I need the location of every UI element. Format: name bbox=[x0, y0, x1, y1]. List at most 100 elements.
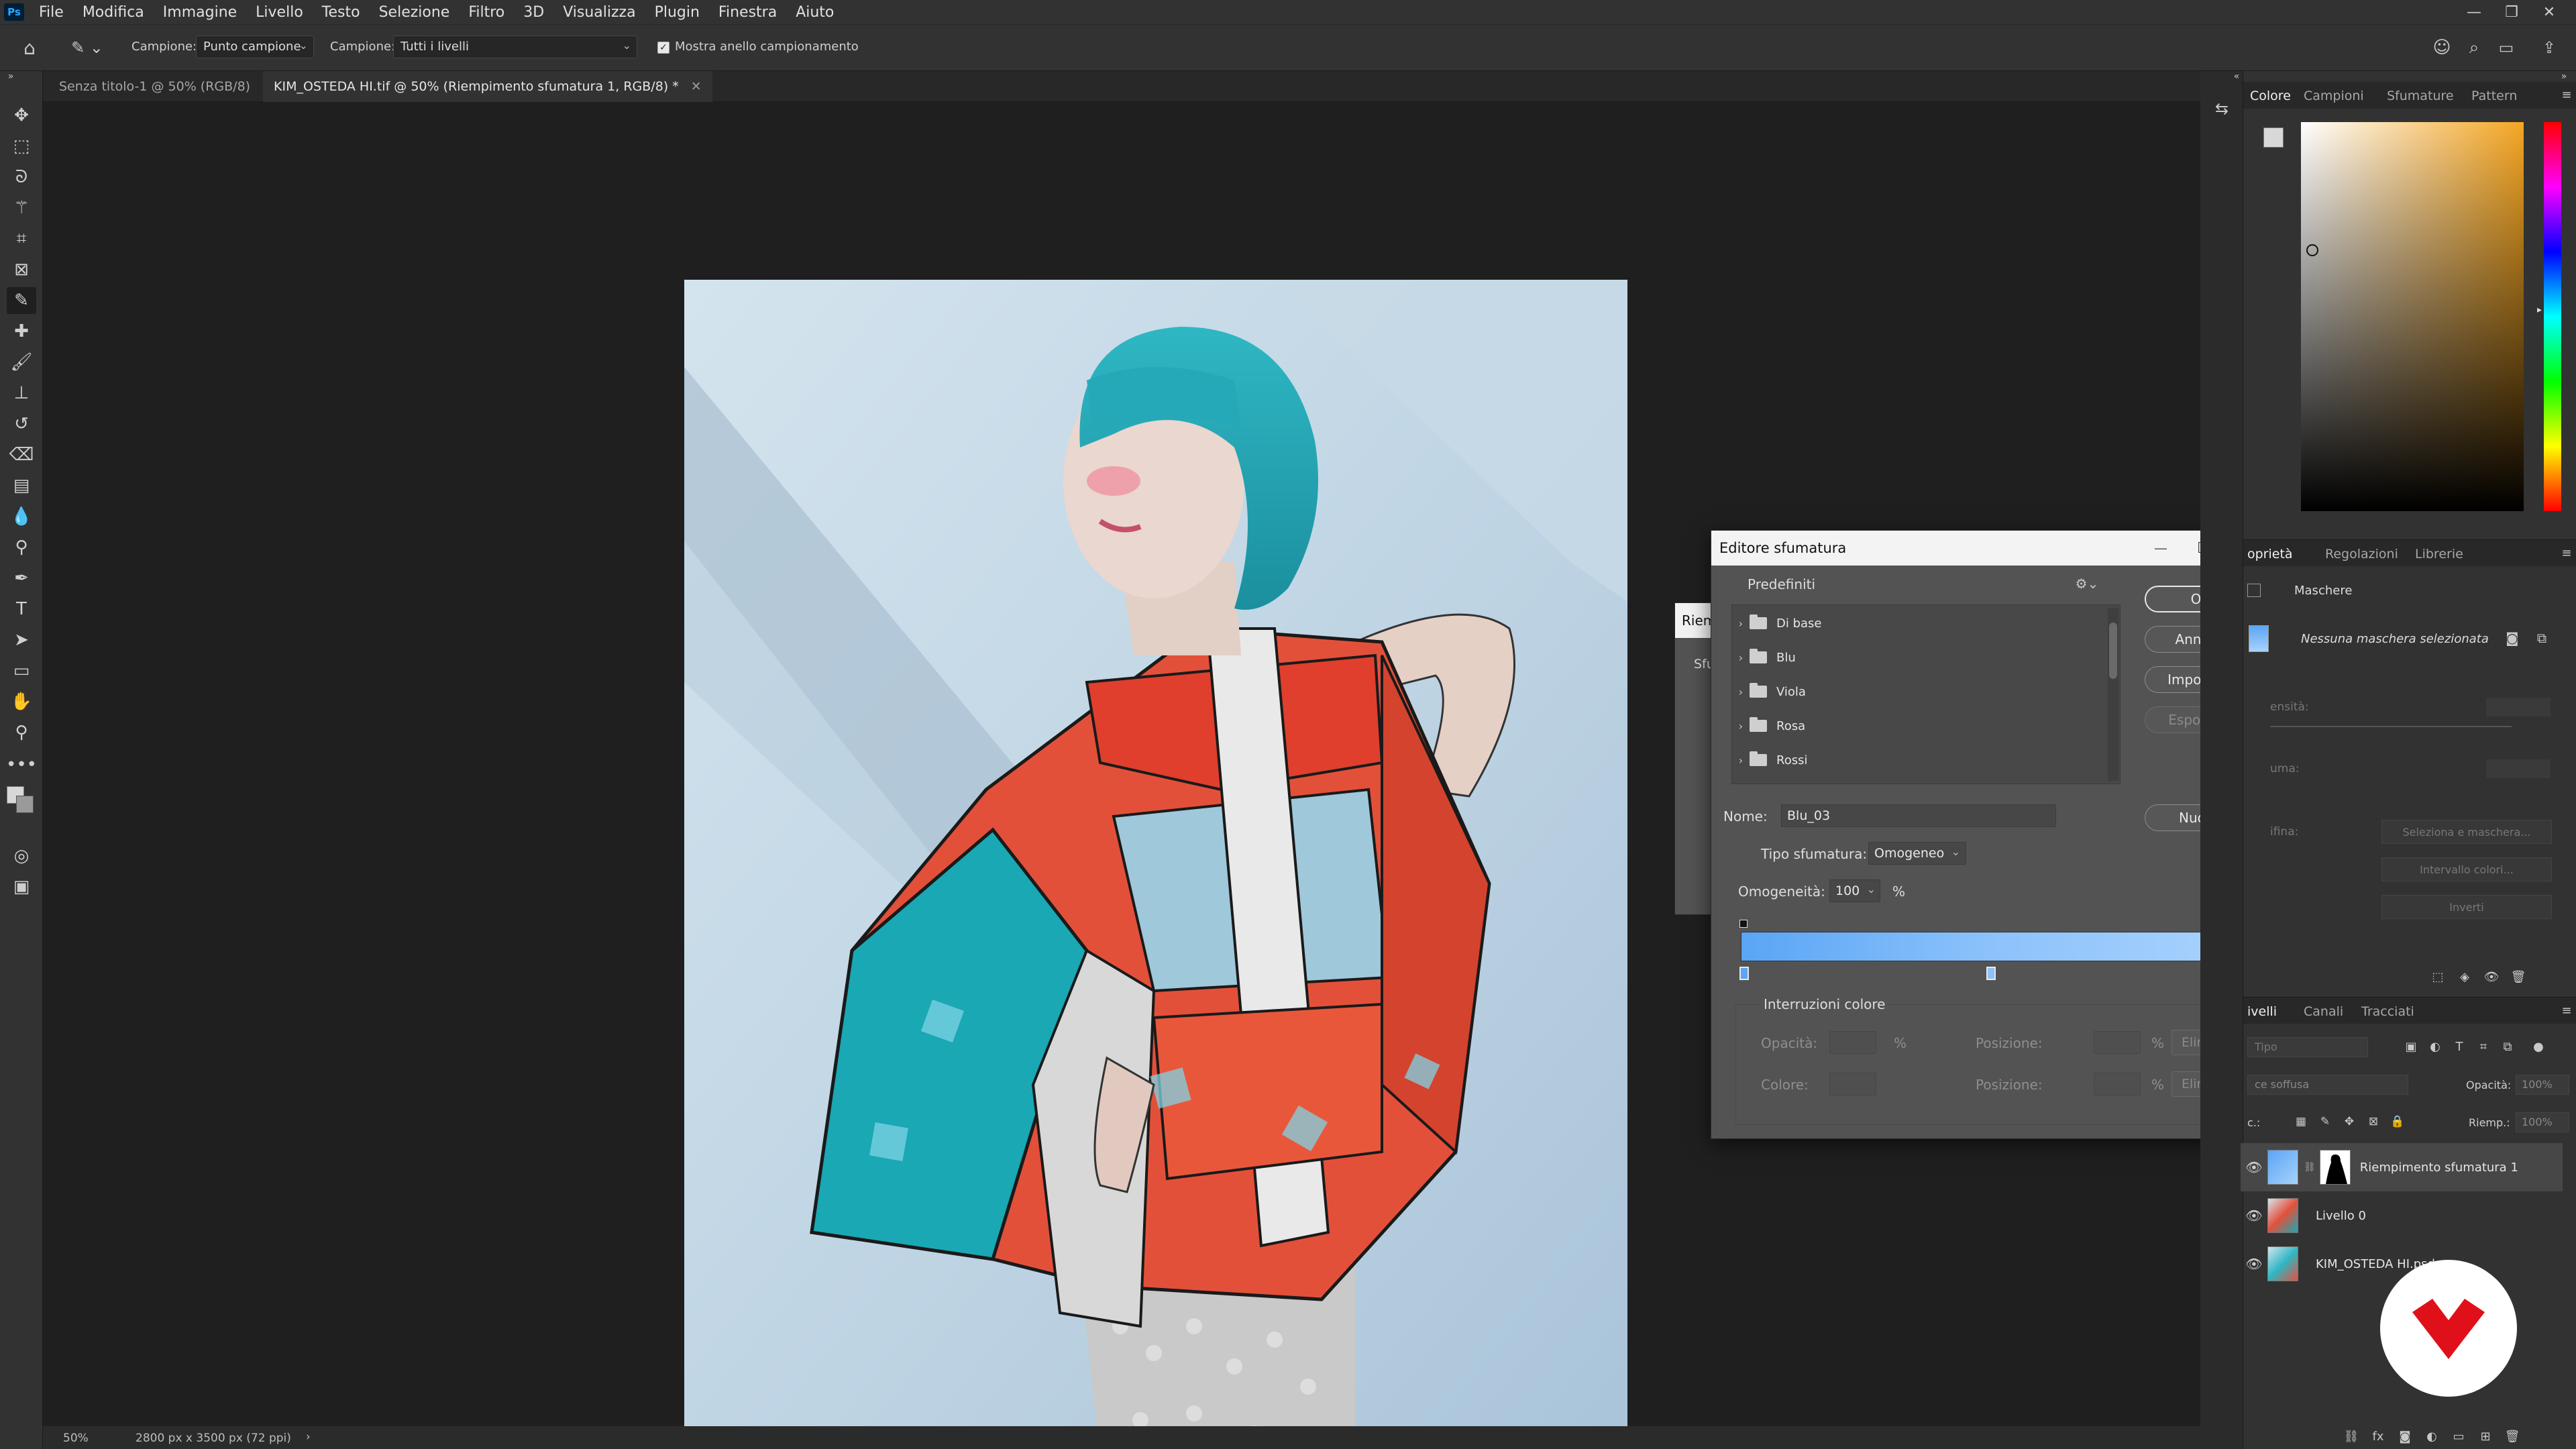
apply-mask-icon[interactable]: ◈ bbox=[2455, 967, 2474, 986]
lasso-tool-icon[interactable]: ᘐ bbox=[7, 164, 36, 191]
quick-mask-icon[interactable]: ◎ bbox=[7, 843, 36, 869]
select-and-mask-button[interactable]: Seleziona e maschera... bbox=[2381, 820, 2552, 844]
gradient-type-select[interactable]: Omogeneo ⌄ bbox=[1868, 842, 1966, 865]
lock-pixels-icon[interactable]: ✎ bbox=[2316, 1112, 2334, 1131]
healing-brush-icon[interactable]: ✚ bbox=[7, 318, 36, 345]
add-pixel-mask-icon[interactable]: ◙ bbox=[2502, 628, 2522, 648]
minimize-dialog-icon[interactable]: — bbox=[2146, 533, 2176, 563]
color-swatch-input[interactable] bbox=[1829, 1073, 1876, 1095]
sample-layers-select[interactable]: Tutti i livelli ⌄ bbox=[393, 36, 637, 58]
eye-icon[interactable]: 👁 bbox=[2241, 1208, 2267, 1224]
collapse-icon[interactable]: » bbox=[2556, 71, 2572, 82]
menu-3d[interactable]: 3D bbox=[514, 4, 553, 21]
preset-folder-viola[interactable]: › Viola bbox=[1732, 675, 2108, 708]
tab-untitled[interactable]: Senza titolo-1 @ 50% (RGB/8)✕ bbox=[48, 71, 284, 102]
color-stop-left[interactable] bbox=[1739, 967, 1749, 980]
tab-tracciati[interactable]: Tracciati bbox=[2361, 1004, 2414, 1019]
load-selection-icon[interactable]: ⬚ bbox=[2428, 967, 2447, 986]
close-window-icon[interactable]: ✕ bbox=[2530, 0, 2568, 24]
chevron-right-icon[interactable]: › bbox=[1732, 686, 1750, 698]
add-mask-icon[interactable]: ◙ bbox=[2395, 1426, 2415, 1446]
tab-canali[interactable]: Canali bbox=[2304, 1004, 2343, 1019]
sample-size-select[interactable]: Punto campione ⌄ bbox=[196, 36, 314, 58]
layer-fill-input[interactable]: 100% bbox=[2516, 1112, 2569, 1132]
menu-file[interactable]: File bbox=[30, 4, 73, 21]
group-folder-icon[interactable]: ▭ bbox=[2449, 1426, 2469, 1446]
preset-folder-rossi[interactable]: › Rossi bbox=[1732, 743, 2108, 777]
dodge-tool-icon[interactable]: ⚲ bbox=[7, 534, 36, 561]
move-tool-icon[interactable]: ✥ bbox=[7, 102, 36, 129]
panel-menu-icon[interactable]: ≡ bbox=[2559, 1000, 2575, 1020]
tab-librerie[interactable]: Librerie bbox=[2415, 547, 2463, 561]
gradient-preview-bar[interactable] bbox=[1741, 932, 2240, 961]
menu-immagine[interactable]: Immagine bbox=[154, 4, 246, 21]
new-layer-icon[interactable]: ⊞ bbox=[2475, 1426, 2496, 1446]
link-layers-icon[interactable]: ⛓ bbox=[2341, 1426, 2361, 1446]
layer-filter-select[interactable]: Tipo bbox=[2247, 1037, 2368, 1057]
preset-folder-base[interactable]: › Di base bbox=[1732, 606, 2108, 640]
filter-toggle-icon[interactable]: ● bbox=[2529, 1037, 2548, 1056]
status-menu-arrow[interactable]: › bbox=[306, 1430, 311, 1444]
collapse-icon[interactable]: » bbox=[3, 71, 19, 82]
opacity-input[interactable] bbox=[1829, 1031, 1876, 1054]
menu-finestra[interactable]: Finestra bbox=[709, 4, 786, 21]
tab-kim-osteda[interactable]: KIM_OSTEDA HI.tif @ 50% (Riempimento sfu… bbox=[263, 71, 712, 102]
menu-modifica[interactable]: Modifica bbox=[73, 4, 154, 21]
search-icon[interactable]: ⌕ bbox=[2461, 34, 2487, 61]
name-input[interactable]: Blu_03 bbox=[1781, 804, 2056, 827]
collapse-icon[interactable]: « bbox=[2229, 71, 2245, 82]
tab-regolazioni[interactable]: Regolazioni bbox=[2325, 547, 2398, 561]
color-range-button[interactable]: Intervallo colori... bbox=[2381, 857, 2552, 881]
color-stop-midpoint[interactable] bbox=[1986, 967, 1996, 980]
screen-mode-icon[interactable]: ▣ bbox=[7, 873, 36, 900]
panel-menu-icon[interactable]: ≡ bbox=[2559, 85, 2575, 105]
eraser-tool-icon[interactable]: ⌫ bbox=[7, 441, 36, 468]
trash-icon[interactable]: 🗑 bbox=[2509, 967, 2528, 986]
eyedropper-preset-icon[interactable]: ✎ ⌄ bbox=[67, 34, 107, 61]
add-vector-mask-icon[interactable]: ⧉ bbox=[2532, 628, 2552, 648]
more-tools-icon[interactable]: ••• bbox=[6, 751, 37, 778]
lock-all-icon[interactable]: 🔒 bbox=[2388, 1112, 2407, 1131]
crop-tool-icon[interactable]: ⌗ bbox=[7, 225, 36, 252]
share-people-icon[interactable]: ☺ bbox=[2428, 34, 2455, 61]
color-picker-ring[interactable] bbox=[2306, 244, 2318, 256]
menu-plugin[interactable]: Plugin bbox=[645, 4, 709, 21]
link-icon[interactable]: ⛓ bbox=[2304, 1162, 2316, 1173]
presets-scrollbar[interactable] bbox=[2108, 608, 2118, 781]
filter-smart-icon[interactable]: ⧉ bbox=[2498, 1037, 2517, 1056]
tab-livelli[interactable]: ivelli bbox=[2247, 1004, 2277, 1019]
pen-tool-icon[interactable]: ✒ bbox=[7, 565, 36, 592]
tab-sfumature[interactable]: Sfumature bbox=[2387, 89, 2454, 103]
chevron-right-icon[interactable]: › bbox=[1732, 720, 1750, 733]
lock-artboard-icon[interactable]: ⊠ bbox=[2364, 1112, 2383, 1131]
presets-list[interactable]: › Di base › Blu › Viola › Rosa › Rossi bbox=[1731, 604, 2121, 784]
chevron-right-icon[interactable]: › bbox=[1732, 617, 1750, 630]
smoothness-input[interactable]: 100 ⌄ bbox=[1829, 879, 1880, 902]
density-slider[interactable] bbox=[2270, 726, 2512, 727]
hue-slider-handle[interactable]: ▸ bbox=[2537, 305, 2542, 315]
chevron-right-icon[interactable]: › bbox=[1732, 754, 1750, 767]
minimize-icon[interactable]: — bbox=[2455, 0, 2493, 24]
menu-aiuto[interactable]: Aiuto bbox=[786, 4, 843, 21]
chevron-right-icon[interactable]: › bbox=[1732, 651, 1750, 664]
filter-adjustment-icon[interactable]: ◐ bbox=[2426, 1037, 2445, 1056]
scrollbar-thumb[interactable] bbox=[2109, 623, 2117, 679]
gear-icon[interactable]: ⚙⌄ bbox=[2074, 574, 2100, 594]
eye-icon[interactable]: 👁 bbox=[2241, 1159, 2267, 1175]
zoom-tool-icon[interactable]: ⚲ bbox=[7, 719, 36, 746]
tab-campioni[interactable]: Campioni bbox=[2304, 89, 2364, 103]
gradient-tool-icon[interactable]: ▤ bbox=[7, 472, 36, 499]
rectangle-tool-icon[interactable]: ▭ bbox=[7, 657, 36, 684]
layer-opacity-input[interactable]: 100% bbox=[2516, 1075, 2569, 1095]
layer-row-livello-0[interactable]: 👁 Livello 0 bbox=[2241, 1191, 2563, 1240]
blend-mode-select[interactable]: ce soffusa bbox=[2247, 1075, 2408, 1095]
tab-colore[interactable]: Colore bbox=[2250, 89, 2291, 103]
restore-icon[interactable]: ❐ bbox=[2493, 0, 2530, 24]
lock-transparent-icon[interactable]: ▦ bbox=[2292, 1112, 2310, 1131]
invert-button[interactable]: Inverti bbox=[2381, 895, 2552, 919]
share-icon[interactable]: ⇪ bbox=[2536, 34, 2563, 61]
layer-mask-thumbnail[interactable] bbox=[2319, 1150, 2351, 1185]
menu-selezione[interactable]: Selezione bbox=[370, 4, 460, 21]
filter-type-icon[interactable]: T bbox=[2450, 1037, 2469, 1056]
frame-tool-icon[interactable]: ⊠ bbox=[7, 256, 36, 283]
